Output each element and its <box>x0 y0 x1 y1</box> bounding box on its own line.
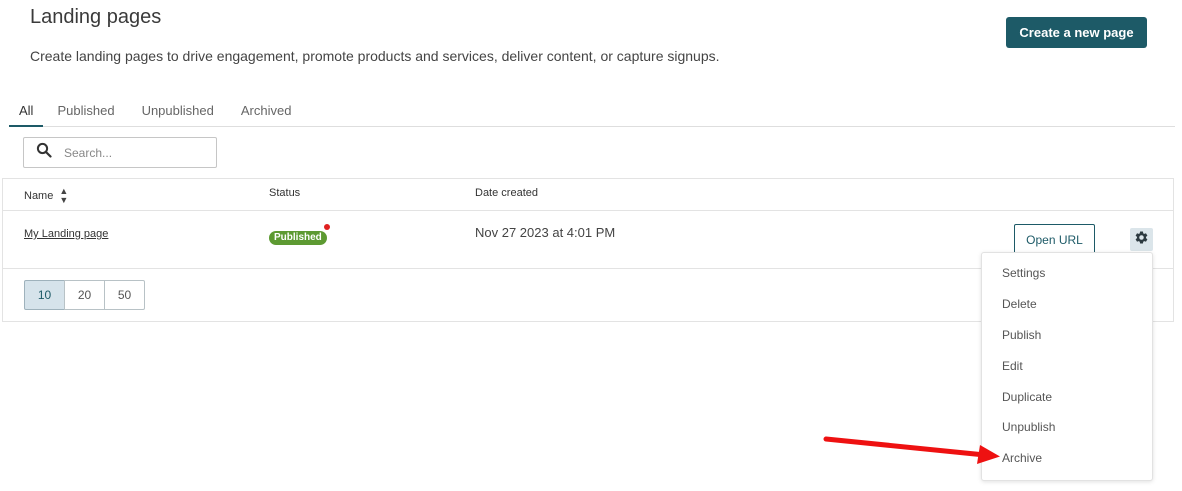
page-size-50[interactable]: 50 <box>104 280 145 310</box>
menu-item-delete[interactable]: Delete <box>982 289 1152 320</box>
search-icon <box>36 142 52 163</box>
page-description: Create landing pages to drive engagement… <box>30 48 720 64</box>
date-created: Nov 27 2023 at 4:01 PM <box>475 225 616 240</box>
landing-page-name-link[interactable]: My Landing page <box>24 228 108 240</box>
gear-icon <box>1134 230 1149 250</box>
tab-all[interactable]: All <box>9 99 44 127</box>
status-badge-container: Published <box>269 224 330 245</box>
search-box[interactable] <box>23 137 217 168</box>
column-header-name[interactable]: Name ▲ ▼ <box>24 187 68 205</box>
column-header-date-created: Date created <box>475 187 538 199</box>
status-badge: Published <box>269 231 327 245</box>
annotation-arrow-icon <box>823 436 1000 464</box>
notification-dot <box>323 224 330 230</box>
tab-published[interactable]: Published <box>44 99 127 127</box>
status-tabs: All Published Unpublished Archived <box>9 99 1175 127</box>
menu-item-edit[interactable]: Edit <box>982 350 1152 381</box>
search-input[interactable] <box>64 145 204 160</box>
menu-item-duplicate[interactable]: Duplicate <box>982 381 1152 412</box>
tab-unpublished[interactable]: Unpublished <box>129 99 227 127</box>
page-title: Landing pages <box>30 6 162 28</box>
menu-item-settings[interactable]: Settings <box>982 258 1152 289</box>
page-size-20[interactable]: 20 <box>64 280 105 310</box>
tab-archived[interactable]: Archived <box>228 99 305 127</box>
menu-item-publish[interactable]: Publish <box>982 320 1152 351</box>
page-size-10[interactable]: 10 <box>24 280 65 310</box>
page-size-selector: 10 20 50 <box>24 280 145 310</box>
open-url-button[interactable]: Open URL <box>1014 224 1095 255</box>
column-header-status: Status <box>269 187 301 199</box>
table-header: Name ▲ ▼ Status Date created <box>3 179 1173 211</box>
create-new-page-button[interactable]: Create a new page <box>1006 17 1147 48</box>
row-actions-button[interactable] <box>1130 228 1153 251</box>
sort-icon[interactable]: ▲ ▼ <box>59 187 68 205</box>
